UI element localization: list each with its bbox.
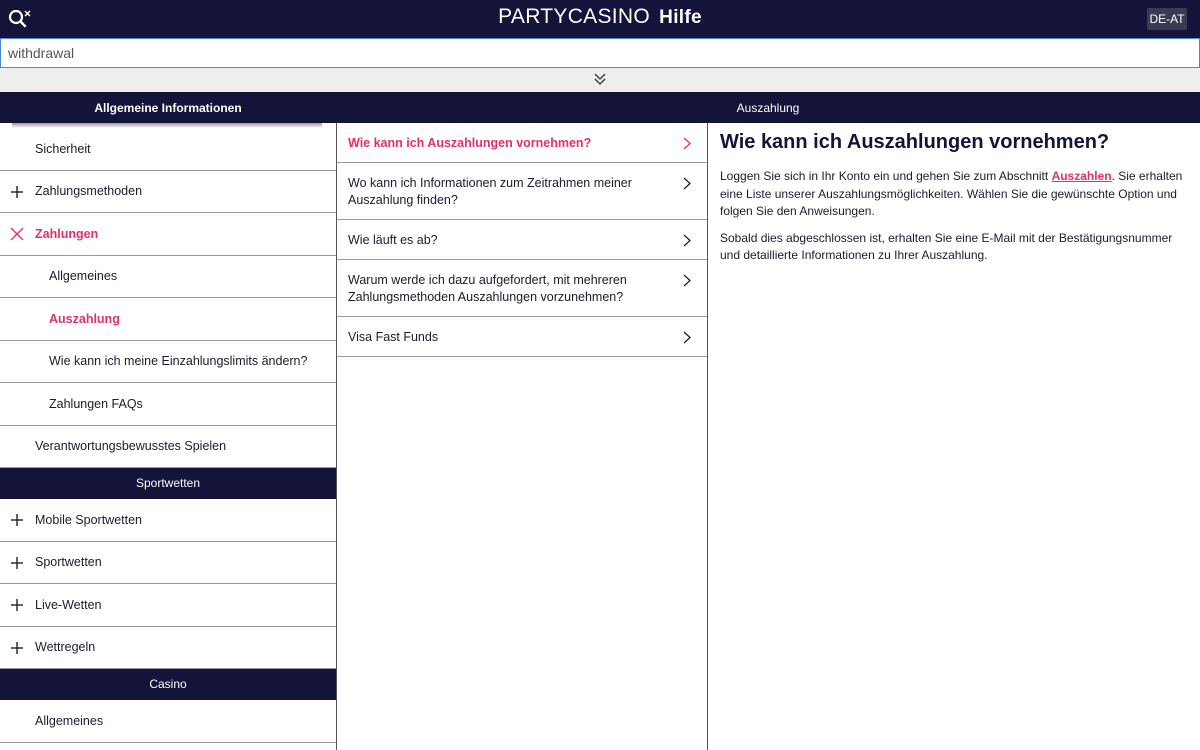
plus-icon: [11, 185, 23, 198]
sidebar-item-zahlungsmethoden[interactable]: Zahlungsmethoden: [0, 171, 336, 213]
search-input[interactable]: [1, 39, 1199, 67]
article: Wie kann ich Auszahlungen vornehmen? Log…: [720, 131, 1190, 274]
chevron-right-icon: [683, 274, 691, 287]
article-paragraph: Sobald dies abgeschlossen ist, erhalten …: [720, 230, 1173, 263]
question-item[interactable]: Warum werde ich dazu aufgefordert, mit m…: [337, 260, 707, 317]
sidebar-item-label: Zahlungsmethoden: [35, 184, 143, 199]
article-title: Wie kann ich Auszahlungen vornehmen?: [720, 131, 1110, 153]
question-label: Wie läuft es ab?: [348, 233, 438, 247]
language-selector[interactable]: DE-AT: [1147, 8, 1187, 30]
sidebar-item-verantwortungsbewusstes-spielen[interactable]: Verantwortungsbewusstes Spielen: [0, 426, 336, 468]
double-chevron-down-icon: [594, 73, 606, 85]
sidebar-item-label: Wie kann ich meine Einzahlungslimits änd…: [49, 354, 308, 369]
plus-icon: [11, 514, 23, 526]
question-item[interactable]: Visa Fast Funds: [337, 317, 707, 357]
expand-toggle[interactable]: [0, 68, 1200, 92]
question-label: Wie kann ich Auszahlungen vornehmen?: [348, 136, 592, 150]
brand-logo[interactable]: PARTYCASINO Hilfe: [0, 5, 1200, 29]
article-text: Loggen Sie sich in Ihr Konto ein und geh…: [720, 169, 1052, 183]
chevron-right-icon: [683, 137, 691, 150]
sidebar-item-label: Verantwortungsbewusstes Spielen: [35, 439, 227, 454]
sidebar-item-auszahlung[interactable]: Auszahlung: [0, 298, 336, 341]
sidebar-item-label: Allgemeines: [49, 269, 118, 284]
sidebar-item-sicherheit[interactable]: Sicherheit: [0, 128, 336, 171]
topic-title: Auszahlung: [736, 101, 800, 115]
sidebar-item-label: Allgemeines: [35, 713, 104, 728]
sidebar-item-label: Zahlungen: [35, 226, 99, 241]
sidebar-item-allgemeines[interactable]: Allgemeines: [0, 256, 336, 298]
sidebar-section-sportwetten: Sportwetten: [0, 468, 336, 499]
sidebar-item-wettregeln[interactable]: Wettregeln: [0, 627, 336, 669]
sidebar-item-live-wetten[interactable]: Live-Wetten: [0, 584, 336, 627]
category-title: Allgemeine Informationen: [94, 101, 242, 115]
sidebar-item-casino-allgemeines[interactable]: Allgemeines: [0, 700, 336, 743]
sidebar-item-label: Wettregeln: [35, 640, 96, 655]
question-label: Wo kann ich Informationen zum Zeitrahmen…: [348, 176, 632, 207]
top-bar: PARTYCASINO Hilfe DE-AT: [0, 0, 1200, 38]
chevron-right-icon: [683, 331, 691, 344]
question-label: Visa Fast Funds: [348, 330, 439, 344]
sidebar-section-casino: Casino: [0, 669, 336, 700]
brand-suffix: Hilfe: [659, 7, 702, 28]
search-bar: [0, 38, 1200, 68]
sidebar-item-einzahlungslimits[interactable]: Wie kann ich meine Einzahlungslimits änd…: [0, 341, 336, 383]
plus-icon: [11, 599, 23, 611]
sidebar-item-label: Live-Wetten: [35, 597, 102, 612]
sidebar-item-zahlungen[interactable]: Zahlungen: [0, 213, 336, 256]
sidebar: Sicherheit Zahlungsmethoden Zahlungen Al…: [0, 123, 337, 750]
sidebar-item-label: Sicherheit: [35, 141, 91, 156]
sidebar-item-sportwetten[interactable]: Sportwetten: [0, 542, 336, 584]
brand-name: PARTYCASINO: [498, 5, 651, 28]
question-list: Wie kann ich Auszahlungen vornehmen? Wo …: [337, 123, 708, 750]
question-item[interactable]: Wo kann ich Informationen zum Zeitrahmen…: [337, 163, 707, 220]
sidebar-item-zahlungen-faqs[interactable]: Zahlungen FAQs: [0, 383, 336, 426]
sidebar-item-label: Sportwetten: [35, 555, 102, 570]
question-label: Warum werde ich dazu aufgefordert, mit m…: [348, 273, 627, 304]
sidebar-item-label: Auszahlung: [49, 311, 120, 326]
chevron-right-icon: [683, 234, 691, 247]
plus-icon: [11, 641, 23, 654]
question-item[interactable]: Wie läuft es ab?: [337, 220, 707, 260]
chevron-right-icon: [683, 177, 691, 190]
sidebar-item-mobile-sportwetten[interactable]: Mobile Sportwetten: [0, 499, 336, 542]
plus-icon: [11, 556, 23, 569]
sidebar-item-label: Zahlungen FAQs: [49, 396, 143, 411]
auszahlen-link[interactable]: Auszahlen: [1052, 169, 1112, 183]
section-header: Allgemeine Informationen Auszahlung: [0, 92, 1200, 123]
question-item[interactable]: Wie kann ich Auszahlungen vornehmen?: [337, 123, 707, 163]
close-icon: [10, 227, 24, 241]
sidebar-item-label: Mobile Sportwetten: [35, 512, 143, 527]
article-paragraph: Loggen Sie sich in Ihr Konto ein und geh…: [720, 168, 1190, 221]
